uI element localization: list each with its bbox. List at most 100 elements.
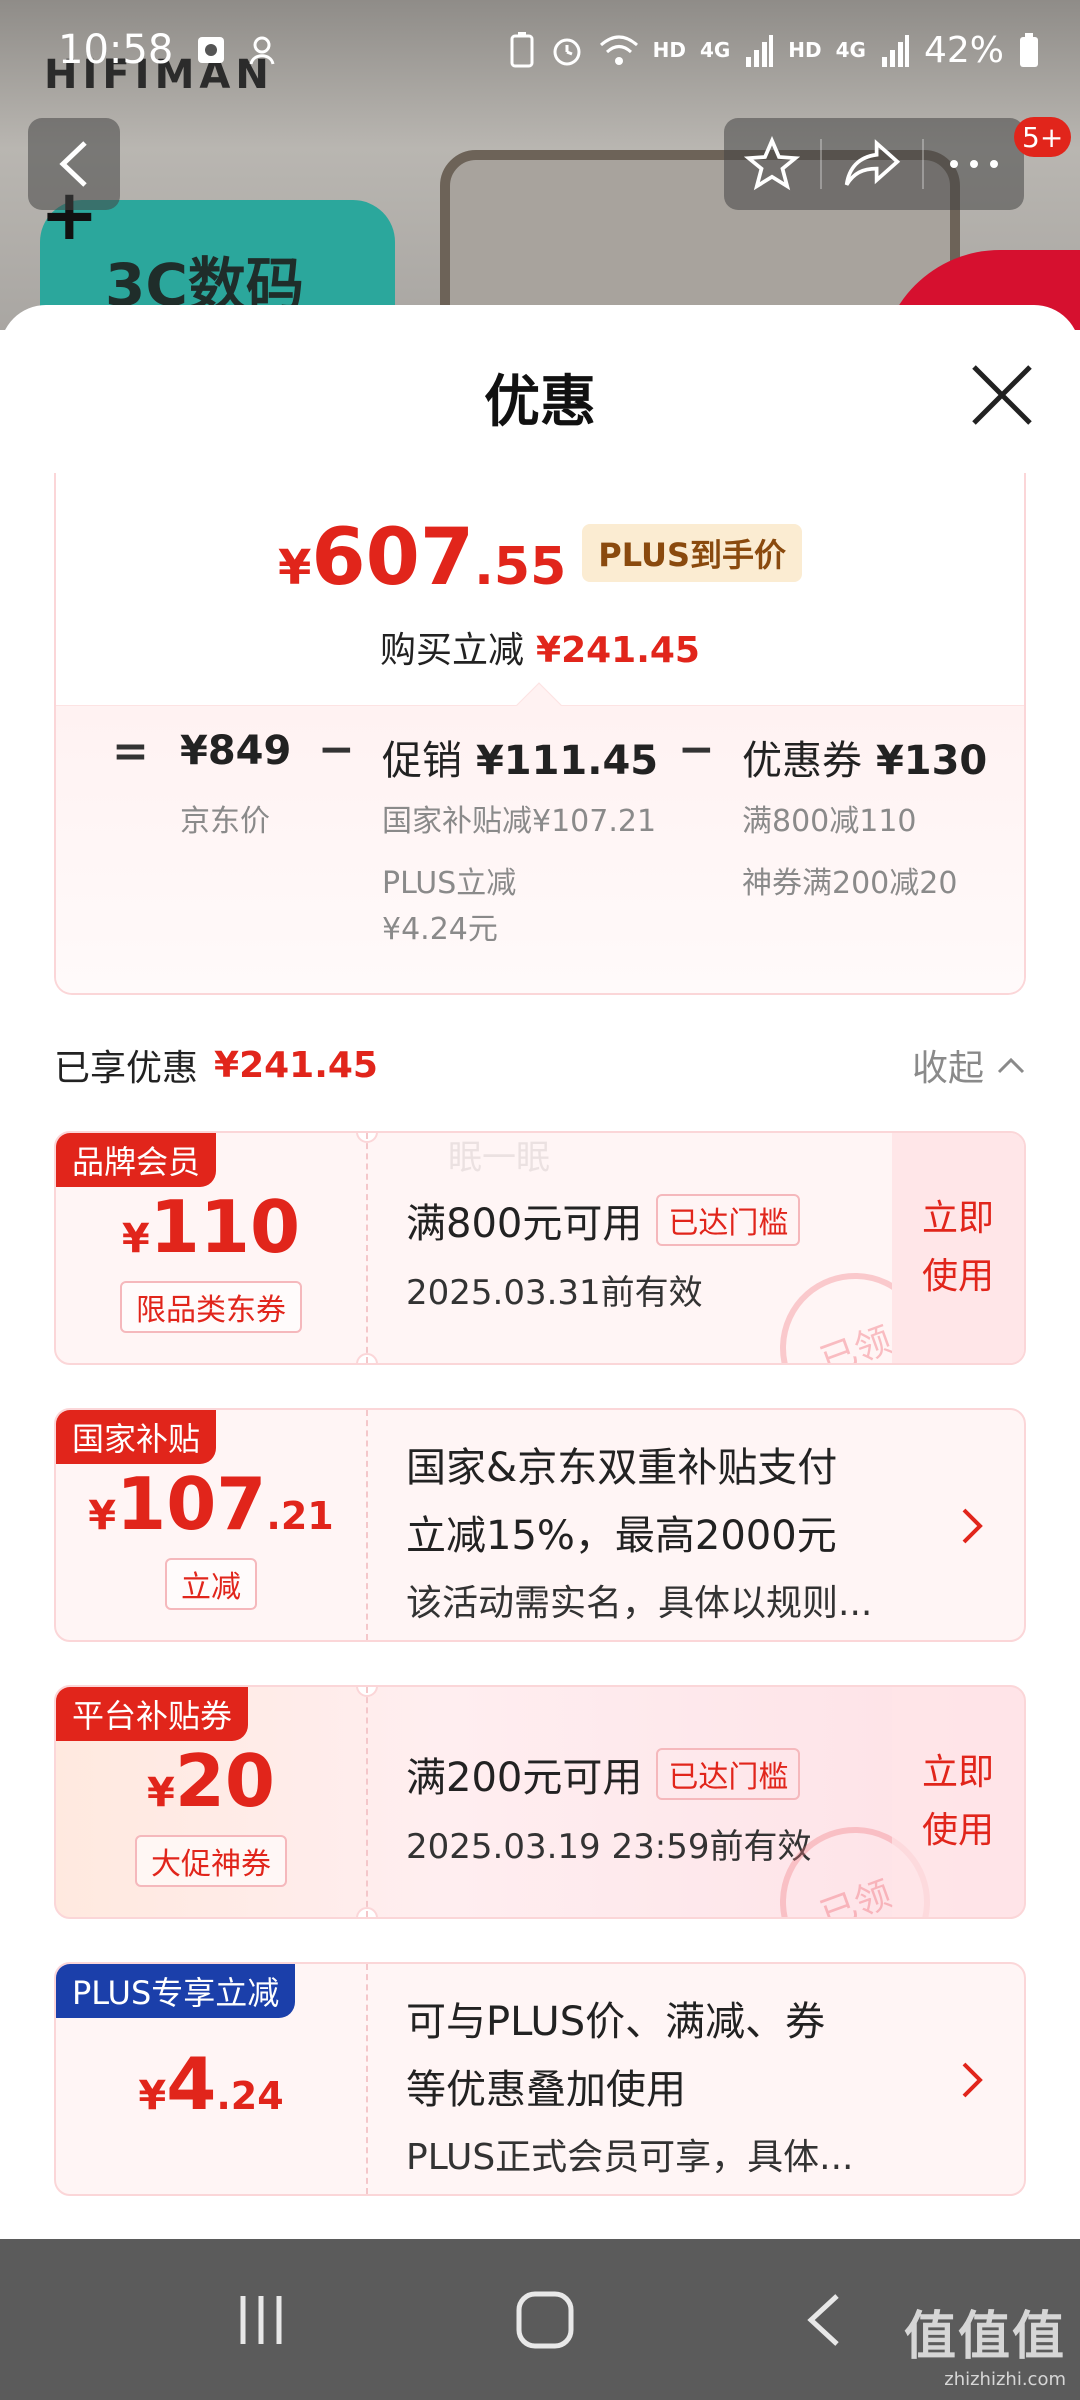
coupon-detail-1: 满800减110 bbox=[742, 804, 917, 839]
equals-sign: = bbox=[112, 726, 149, 777]
coupon-condition-text: 满200元可用 bbox=[406, 1755, 643, 1801]
use-now-button[interactable]: 立即 使用 bbox=[892, 1133, 1024, 1363]
threshold-badge: 已达门槛 bbox=[656, 1748, 801, 1800]
coupon-condition: 满800元可用 已达门槛 bbox=[406, 1191, 801, 1249]
coupon-card-platform-subsidy: 平台补贴券 ¥20 大促神券 满200元可用 已达门槛 2025.03.19 23… bbox=[54, 1685, 1026, 1919]
coupon-expiry: 2025.03.19 23:59前有效 bbox=[406, 1827, 812, 1867]
price-summary-card: ¥ 607 .55 PLUS到手价 购买立减 ¥241.45 = ¥849 京东价… bbox=[54, 473, 1026, 995]
battery-percent: 42% bbox=[923, 29, 1004, 71]
signal-icon bbox=[746, 35, 774, 67]
purchase-discount-line: 购买立减 ¥241.45 bbox=[56, 621, 1024, 673]
home-icon[interactable] bbox=[513, 2288, 577, 2352]
wifi-icon bbox=[599, 35, 638, 65]
message-count-badge: 5+ bbox=[1014, 117, 1072, 157]
notification-pet-icon bbox=[249, 36, 275, 65]
use-now-label-2: 使用 bbox=[921, 1810, 994, 1851]
discount-amount: ¥241.45 bbox=[536, 630, 700, 671]
use-now-label-1: 立即 bbox=[921, 1198, 994, 1240]
coupon-desc-line-2: 等优惠叠加使用 bbox=[406, 2067, 686, 2113]
enjoyed-amount: ¥241.45 bbox=[214, 1044, 378, 1086]
signal-4g-label: 4G bbox=[835, 38, 866, 62]
coupon-value: ¥20 bbox=[56, 1739, 366, 1823]
coupon-card-plus-discount[interactable]: PLUS专享立减 ¥4.24 可与PLUS价、满减、券 等优惠叠加使用 PLUS… bbox=[54, 1962, 1026, 2196]
discount-label: 购买立减 bbox=[380, 630, 525, 671]
coupon-desc-line-1: 可与PLUS价、满减、券 bbox=[406, 1999, 826, 2045]
chevron-up-icon bbox=[997, 1057, 1025, 1074]
back-icon[interactable] bbox=[799, 2290, 849, 2350]
back-button[interactable] bbox=[28, 118, 120, 210]
coupon-type-badge: 立减 bbox=[165, 1558, 257, 1610]
coupon-type-badge: 大促神券 bbox=[135, 1835, 287, 1887]
notification-app-icon bbox=[198, 37, 225, 63]
jd-price-label: 京东价 bbox=[180, 804, 270, 839]
signal-4g-label: 4G bbox=[699, 38, 731, 62]
coupon-currency: ¥ bbox=[138, 2073, 167, 2119]
enjoyed-label: 已享优惠 bbox=[54, 1048, 199, 1089]
coupon-expiry: 2025.03.31前有效 bbox=[406, 1273, 703, 1313]
recent-apps-icon[interactable] bbox=[231, 2290, 291, 2350]
coupon-total: 优惠券 ¥130 bbox=[742, 728, 987, 786]
coupon-value-integer: 4 bbox=[166, 2042, 217, 2126]
top-actions bbox=[724, 118, 1024, 210]
coupon-description: 可与PLUS价、满减、券 等优惠叠加使用 PLUS正式会员可享，具体... bbox=[406, 1988, 924, 2192]
coupon-value-integer: 20 bbox=[174, 1739, 276, 1823]
coupon-value-decimal: .21 bbox=[266, 1494, 334, 1538]
coupon-tag: PLUS专享立减 bbox=[56, 1964, 296, 2018]
jd-price: ¥849 bbox=[180, 728, 292, 774]
minus-sign: − bbox=[678, 724, 715, 775]
coupon-currency: ¥ bbox=[146, 1770, 175, 1816]
overlay-watermark-text: 眠一眠 bbox=[448, 1138, 550, 1178]
share-icon[interactable] bbox=[842, 136, 902, 192]
coupon-desc-line-3: PLUS正式会员可享，具体... bbox=[406, 2137, 854, 2178]
coupon-value: ¥4.24 bbox=[56, 2042, 366, 2126]
network-hd-label: HD bbox=[788, 38, 822, 62]
plus-price-tag: PLUS到手价 bbox=[582, 524, 803, 582]
enjoyed-discount-row: 已享优惠 ¥241.45 收起 bbox=[54, 1035, 1026, 1095]
threshold-badge: 已达门槛 bbox=[656, 1194, 801, 1246]
more-icon[interactable] bbox=[944, 154, 1004, 174]
coupon-label: 优惠券 bbox=[742, 738, 862, 784]
coupon-tag: 国家补贴 bbox=[56, 1410, 217, 1464]
chevron-right-icon bbox=[962, 2062, 983, 2098]
use-now-button[interactable]: 立即 使用 bbox=[892, 1687, 1024, 1917]
alarm-icon bbox=[553, 38, 581, 66]
chevron-left-icon bbox=[59, 141, 87, 187]
sheet-header: 优惠 bbox=[0, 305, 1080, 475]
coupon-value: ¥110 bbox=[56, 1185, 366, 1269]
price-breakdown: = ¥849 京东价 − 促销 ¥111.45 国家补贴减¥107.21 PLU… bbox=[56, 705, 1024, 993]
coupon-amount: ¥130 bbox=[875, 738, 988, 784]
battery-icon bbox=[1020, 33, 1038, 67]
promo-total: 促销 ¥111.45 bbox=[382, 728, 658, 786]
promo-amount: ¥111.45 bbox=[475, 738, 659, 784]
coupon-divider bbox=[366, 1133, 368, 1363]
promo-label: 促销 bbox=[382, 738, 462, 784]
coupon-tag: 平台补贴券 bbox=[56, 1687, 249, 1741]
coupon-tag: 品牌会员 bbox=[56, 1133, 217, 1187]
star-icon[interactable] bbox=[744, 136, 800, 192]
watermark-logo-text: 值值值 bbox=[903, 2307, 1066, 2367]
coupon-divider bbox=[366, 1410, 368, 1640]
discount-sheet: 优惠 ¥ 607 .55 PLUS到手价 购买立减 ¥241.45 = ¥849 … bbox=[0, 305, 1080, 2239]
collapse-button[interactable]: 收起 bbox=[912, 1039, 1026, 1091]
minus-sign: − bbox=[318, 724, 355, 775]
network-hd-label: HD bbox=[652, 38, 686, 62]
close-icon[interactable] bbox=[964, 357, 1040, 433]
coupon-currency: ¥ bbox=[121, 1216, 150, 1262]
sheet-title: 优惠 bbox=[484, 370, 596, 435]
coupon-value: ¥107.21 bbox=[56, 1462, 366, 1546]
use-now-label-1: 立即 bbox=[921, 1752, 994, 1794]
coupon-value-panel: 国家补贴 ¥107.21 立减 bbox=[56, 1410, 366, 1640]
divider bbox=[922, 139, 924, 189]
coupon-desc-line-2: 立减15%，最高2000元 bbox=[406, 1513, 837, 1559]
system-navigation-bar: 值值值 zhizhizhi.com bbox=[0, 2239, 1080, 2400]
divider bbox=[820, 139, 822, 189]
price-decimal: .55 bbox=[474, 537, 567, 597]
promo-detail-plus-amount: ¥4.24元 bbox=[382, 912, 498, 947]
coupon-value-panel: PLUS专享立减 ¥4.24 bbox=[56, 1964, 366, 2194]
coupon-divider bbox=[366, 1964, 368, 2194]
coupon-value-integer: 110 bbox=[149, 1185, 301, 1269]
coupon-condition: 满200元可用 已达门槛 bbox=[406, 1745, 801, 1803]
price-integer: 607 bbox=[311, 513, 475, 603]
coupon-currency: ¥ bbox=[88, 1493, 117, 1539]
coupon-card-national-subsidy[interactable]: 国家补贴 ¥107.21 立减 国家&京东双重补贴支付 立减15%，最高2000… bbox=[54, 1408, 1026, 1642]
